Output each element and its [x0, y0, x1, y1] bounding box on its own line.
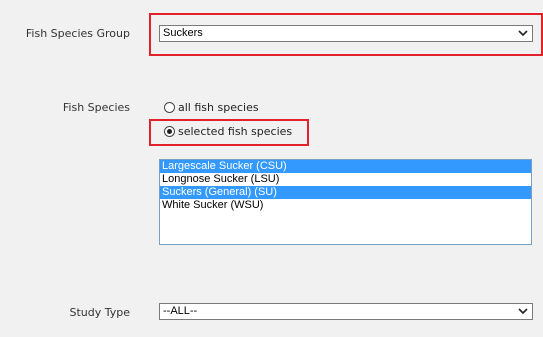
list-item[interactable]: Suckers (General) (SU)	[160, 186, 531, 199]
list-item[interactable]: Largescale Sucker (CSU)	[160, 160, 531, 173]
study-type-select[interactable]: --ALL--	[159, 303, 533, 320]
radio-all-label: all fish species	[178, 101, 259, 114]
study-type-value: --ALL--	[163, 305, 198, 317]
fish-species-group-select[interactable]: Suckers	[159, 25, 533, 42]
chevron-down-icon	[518, 30, 528, 37]
fish-species-listbox[interactable]: Largescale Sucker (CSU) Longnose Sucker …	[159, 159, 532, 245]
chevron-down-icon	[518, 308, 528, 315]
study-type-label: Study Type	[69, 306, 130, 319]
radio-button-checked[interactable]	[164, 126, 175, 137]
list-item[interactable]: Longnose Sucker (LSU)	[160, 173, 531, 186]
radio-all-fish-species[interactable]: all fish species	[164, 101, 259, 114]
fish-species-group-label: Fish Species Group	[25, 27, 130, 40]
radio-selected-label: selected fish species	[178, 125, 293, 138]
fish-species-group-value: Suckers	[163, 27, 203, 39]
radio-button[interactable]	[164, 102, 175, 113]
radio-selected-fish-species[interactable]: selected fish species	[164, 125, 292, 138]
list-item[interactable]: White Sucker (WSU)	[160, 199, 531, 212]
fish-species-label: Fish Species	[62, 101, 130, 114]
